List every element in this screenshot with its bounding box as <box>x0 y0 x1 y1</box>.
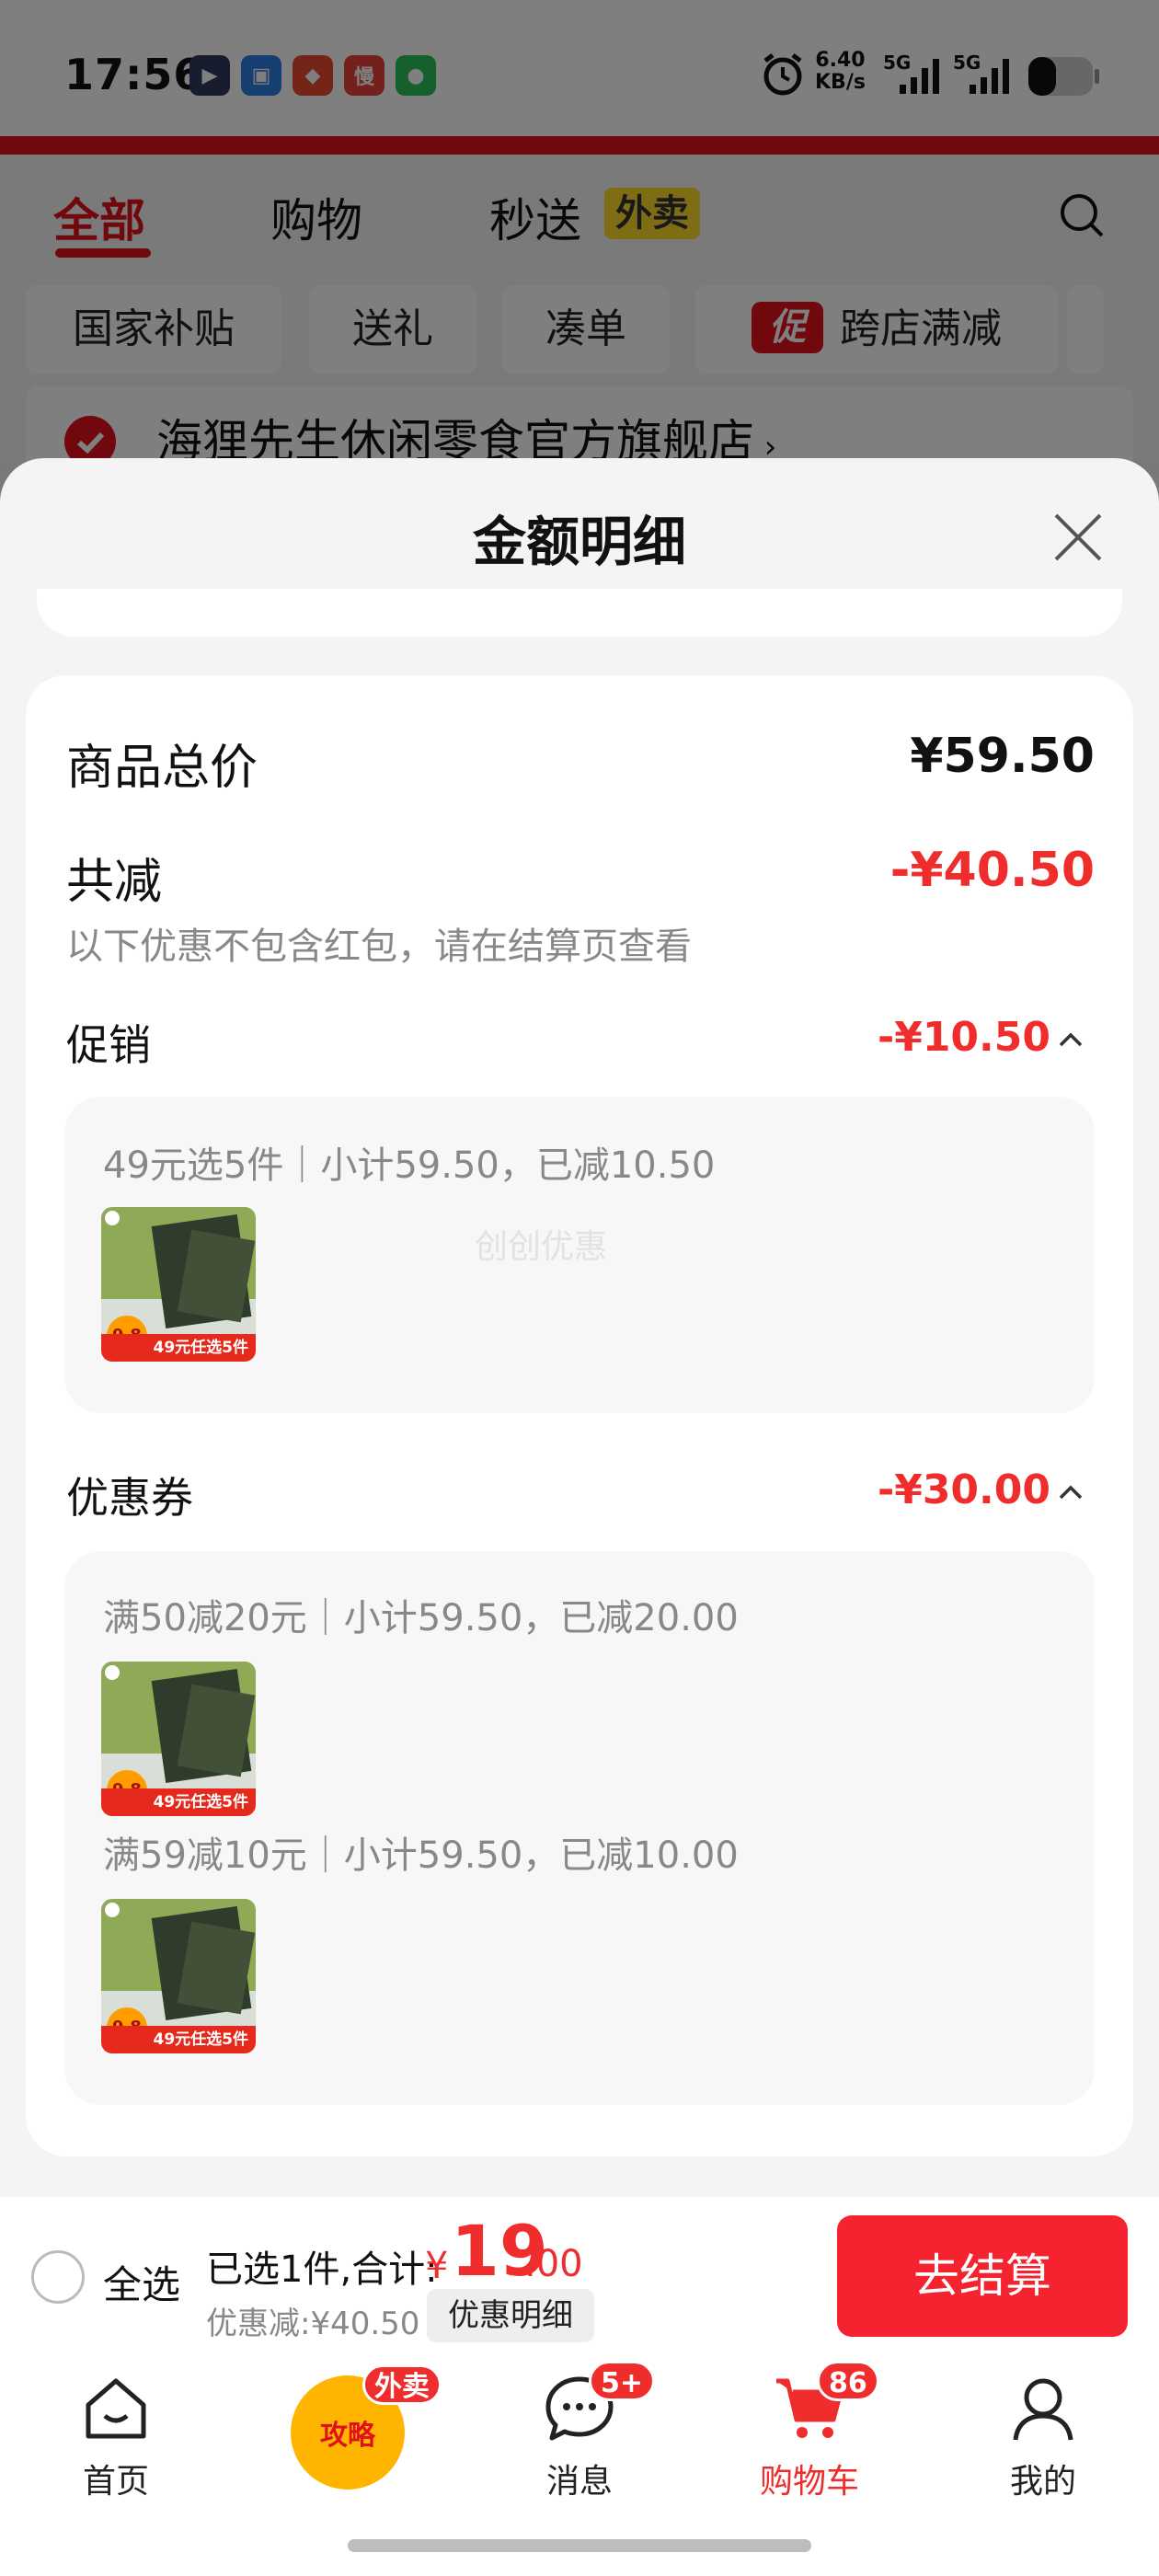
coupon-rule: 满50减20元｜小计59.50，已减20.00 <box>103 1597 739 1639</box>
product-thumbnail[interactable]: 9.8 49元任选5件 <box>101 1207 256 1362</box>
thumb-promo-bar: 49元任选5件 <box>101 1788 256 1816</box>
discount-summary: 优惠减:¥40.50 <box>206 2306 420 2342</box>
sheet-title: 金额明细 <box>472 511 686 573</box>
promotion-value[interactable]: -¥10.50 <box>878 1014 1050 1061</box>
product-thumbnail[interactable]: 9.8 49元任选5件 <box>101 1662 256 1816</box>
chevron-up-icon[interactable] <box>1058 1032 1084 1047</box>
watermark: 创创优惠 <box>475 1228 608 1266</box>
message-badge: 5+ <box>589 2361 656 2401</box>
discount-note: 以下优惠不包含红包，请在结算页查看 <box>66 926 692 968</box>
nav-messages-label[interactable]: 消息 <box>506 2455 653 2502</box>
promotion-label: 促销 <box>66 1020 151 1070</box>
close-icon[interactable] <box>1049 508 1107 567</box>
select-all-label[interactable]: 全选 <box>103 2254 180 2310</box>
promotion-rule: 49元选5件｜小计59.50，已减10.50 <box>103 1144 716 1187</box>
total-price-value: ¥59.50 <box>910 729 1095 784</box>
nav-cart-label[interactable]: 购物车 <box>736 2455 883 2502</box>
home-indicator[interactable] <box>348 2539 811 2552</box>
total-currency: ¥ <box>425 2245 449 2287</box>
total-discount-value: -¥40.50 <box>889 843 1095 898</box>
thumb-promo-bar: 49元任选5件 <box>101 2026 256 2053</box>
home-icon[interactable] <box>79 2372 153 2445</box>
total-price-label: 商品总价 <box>66 741 258 796</box>
previous-card-edge <box>37 589 1122 637</box>
product-thumbnail[interactable]: 9.8 49元任选5件 <box>101 1899 256 2053</box>
coupon-rule: 满59减10元｜小计59.50，已减10.00 <box>103 1834 739 1877</box>
cart-badge: 86 <box>817 2361 879 2401</box>
coupon-label: 优惠券 <box>66 1473 193 1523</box>
profile-icon[interactable] <box>1006 2372 1080 2445</box>
thumb-promo-bar: 49元任选5件 <box>101 1334 256 1362</box>
selected-summary: 已选1件,合计: <box>206 2248 438 2291</box>
takeout-badge: 外卖 <box>362 2364 442 2405</box>
chevron-up-icon[interactable] <box>1058 1485 1084 1500</box>
coupon-value[interactable]: -¥30.00 <box>878 1466 1050 1513</box>
total-discount-label: 共减 <box>66 855 163 910</box>
nav-home-label[interactable]: 首页 <box>42 2455 189 2502</box>
nav-mine-label[interactable]: 我的 <box>970 2455 1117 2502</box>
total-amount-decimal: .00 <box>524 2243 583 2285</box>
checkout-button[interactable]: 去结算 <box>837 2215 1128 2337</box>
select-all-radio[interactable] <box>31 2250 85 2304</box>
discount-detail-button[interactable]: 优惠明细 <box>427 2289 594 2342</box>
